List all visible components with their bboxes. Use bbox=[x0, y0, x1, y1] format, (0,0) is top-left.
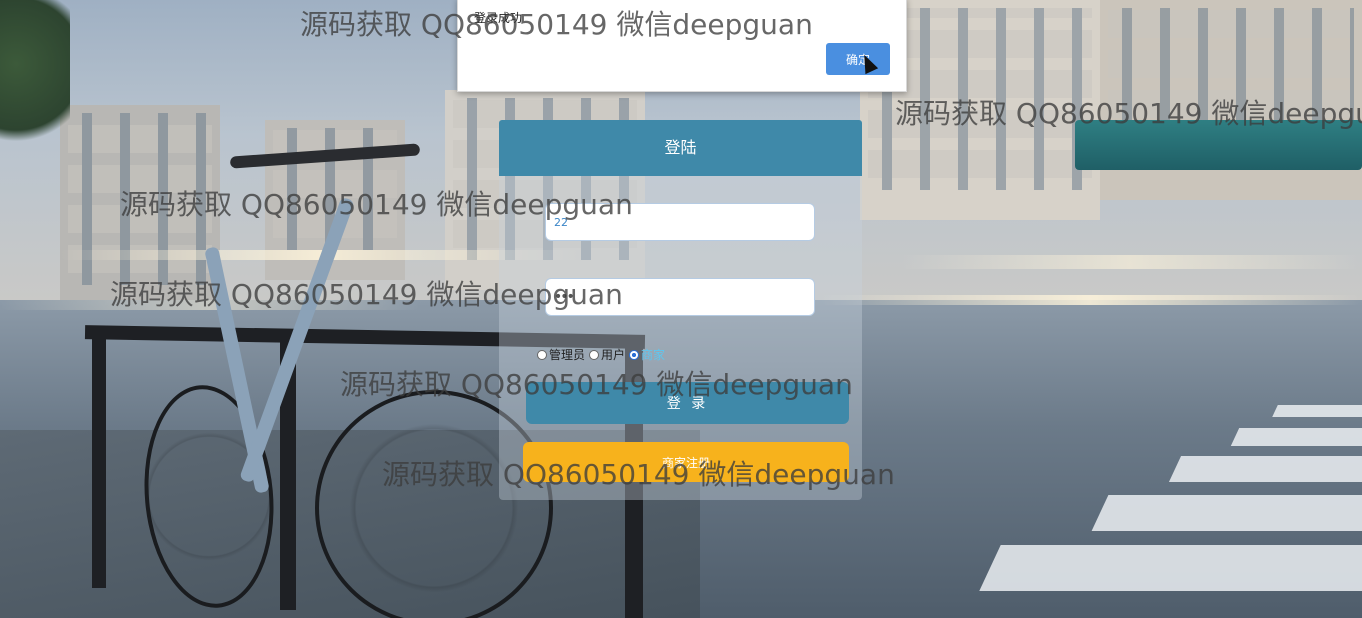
crosswalk-stripe bbox=[979, 545, 1362, 591]
role-label: 管理员 bbox=[549, 348, 586, 362]
username-input[interactable] bbox=[545, 203, 815, 241]
password-input[interactable] bbox=[545, 278, 815, 316]
role-option-merchant[interactable]: 商家 bbox=[629, 346, 665, 363]
light-streak bbox=[820, 295, 1360, 305]
crosswalk-stripe bbox=[1230, 428, 1362, 446]
radio-button[interactable] bbox=[537, 349, 547, 360]
role-label: 用户 bbox=[601, 348, 626, 362]
crosswalk-stripe bbox=[1272, 405, 1362, 417]
login-button[interactable]: 登 录 bbox=[526, 382, 849, 424]
login-panel: 登陆 管理员 用户 商家 登 录 商家注册 bbox=[499, 120, 862, 500]
building bbox=[60, 105, 220, 315]
role-option-admin[interactable]: 管理员 bbox=[537, 346, 585, 363]
login-title: 登陆 bbox=[499, 120, 862, 176]
cafe-awning bbox=[1075, 120, 1362, 170]
tree bbox=[0, 0, 70, 160]
light-streak bbox=[900, 255, 1360, 269]
dialog-message: 登录成功 bbox=[474, 11, 523, 25]
railing-post bbox=[92, 338, 106, 588]
alert-dialog: 登录成功 确定 bbox=[457, 0, 907, 92]
radio-button-selected[interactable] bbox=[629, 349, 640, 360]
crosswalk-stripe bbox=[1168, 456, 1362, 482]
role-option-user[interactable]: 用户 bbox=[589, 346, 625, 363]
radio-button[interactable] bbox=[589, 349, 600, 360]
role-selector: 管理员 用户 商家 bbox=[537, 346, 667, 363]
merchant-register-button[interactable]: 商家注册 bbox=[523, 442, 849, 482]
crosswalk-stripe bbox=[1091, 495, 1362, 531]
light-streak bbox=[0, 300, 420, 310]
building bbox=[1100, 0, 1362, 200]
role-label: 商家 bbox=[641, 348, 666, 362]
